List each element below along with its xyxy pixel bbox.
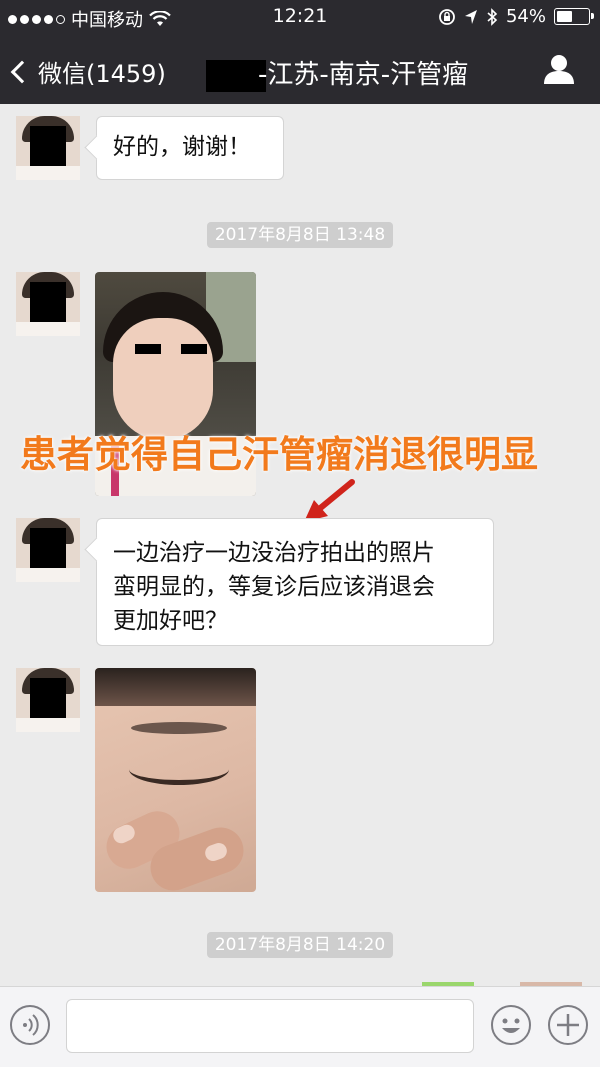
bluetooth-icon xyxy=(487,7,498,26)
redaction-box xyxy=(30,528,66,568)
avatar[interactable] xyxy=(16,668,80,732)
rotation-lock-icon xyxy=(439,8,455,25)
avatar[interactable] xyxy=(16,116,80,180)
redaction-box xyxy=(30,282,66,322)
person-icon[interactable] xyxy=(542,54,576,84)
location-icon xyxy=(464,9,477,24)
timestamp-text: 2017年8月8日 13:48 xyxy=(206,222,394,248)
message-text-line: 蛮明显的，等复诊后应该消退会 xyxy=(113,574,435,600)
chevron-left-icon xyxy=(10,60,34,83)
message-input[interactable] xyxy=(66,999,474,1053)
smiley-icon xyxy=(502,1018,520,1033)
annotation-text: 患者觉得自己汗管瘤消退很明显 xyxy=(20,433,538,476)
plus-glyph-icon xyxy=(557,1014,579,1036)
message-text-line: 一边治疗一边没治疗拍出的照片 xyxy=(113,540,435,566)
redaction-box xyxy=(206,59,266,92)
avatar[interactable] xyxy=(16,518,80,582)
redaction-box xyxy=(30,678,66,718)
message-bubble[interactable]: 好的，谢谢！ xyxy=(96,116,284,180)
emoji-icon[interactable] xyxy=(491,1005,531,1045)
battery-percent: 54% xyxy=(505,6,546,27)
avatar[interactable] xyxy=(16,272,80,336)
message-bubble[interactable]: 一边治疗一边没治疗拍出的照片 蛮明显的，等复诊后应该消退会 更加好吧？ xyxy=(96,518,494,646)
chat-title: -江苏-南京-汗管瘤 xyxy=(206,54,468,92)
timestamp-text: 2017年8月8日 14:20 xyxy=(206,932,394,958)
timestamp: 2017年8月8日 14:20 xyxy=(0,932,600,958)
message-text: 好的，谢谢！ xyxy=(113,134,251,160)
back-button[interactable]: 微信(1459) xyxy=(10,54,166,89)
nav-bar: 微信(1459) -江苏-南京-汗管瘤 xyxy=(0,34,600,104)
voice-waves-icon xyxy=(23,1014,39,1036)
voice-icon[interactable] xyxy=(10,1005,50,1045)
top-bar: 中国移动 12:21 54% 微信(1459) -江苏-南京-汗管瘤 xyxy=(0,0,600,104)
input-bar xyxy=(0,986,600,1067)
redaction-box xyxy=(30,126,66,166)
plus-icon[interactable] xyxy=(548,1005,588,1045)
status-right: 54% xyxy=(438,6,594,27)
timestamp: 2017年8月8日 13:48 xyxy=(0,222,600,248)
battery-icon xyxy=(554,8,594,25)
chat-title-text: -江苏-南京-汗管瘤 xyxy=(258,60,469,90)
status-bar: 中国移动 12:21 54% xyxy=(0,0,600,34)
photo-message[interactable] xyxy=(95,668,256,892)
back-label: 微信(1459) xyxy=(38,60,166,88)
message-text-line: 更加好吧？ xyxy=(113,608,228,634)
